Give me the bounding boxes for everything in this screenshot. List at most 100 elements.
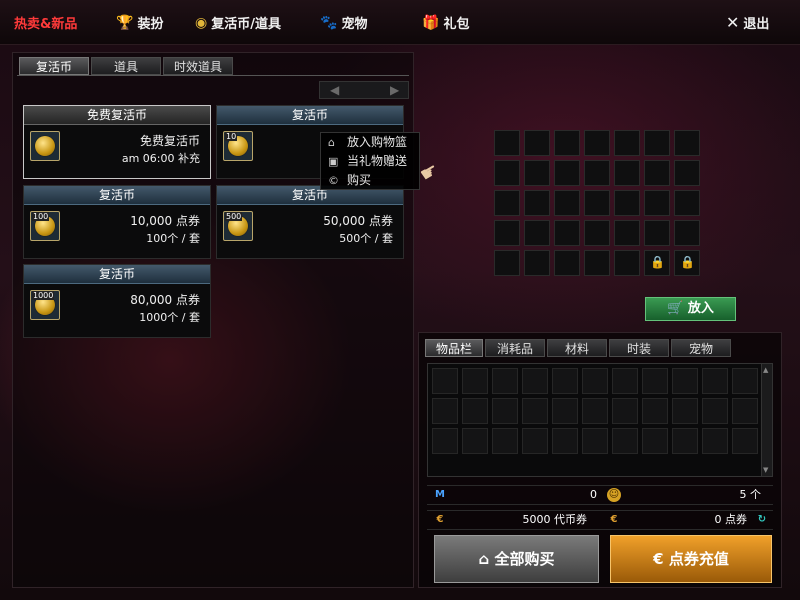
cart-icon: 🛒 xyxy=(667,301,684,316)
inventory-slot[interactable] xyxy=(492,398,518,424)
inventory-slot[interactable] xyxy=(642,368,668,394)
nav-hot-new[interactable]: 热卖&新品 xyxy=(14,13,77,32)
preview-slot[interactable] xyxy=(524,250,550,276)
preview-slot[interactable] xyxy=(494,220,520,246)
preview-slot[interactable] xyxy=(584,130,610,156)
inventory-slot[interactable] xyxy=(552,398,578,424)
preview-slot[interactable] xyxy=(494,160,520,186)
scroll-down-icon[interactable]: ▼ xyxy=(763,466,768,474)
tab-timed-items[interactable]: 时效道具 xyxy=(163,57,233,75)
exit-button[interactable]: ✕ 退出 xyxy=(726,13,769,32)
preview-slot[interactable] xyxy=(584,220,610,246)
preview-slot[interactable] xyxy=(554,160,580,186)
nav-costume[interactable]: 🏆 装扮 xyxy=(116,13,164,33)
inventory-slot[interactable] xyxy=(552,428,578,454)
inventory-slot[interactable] xyxy=(612,428,638,454)
preview-slot[interactable] xyxy=(614,130,640,156)
product-card-revive-1000[interactable]: 复活币 1000 80,000 点券 1000个 / 套 xyxy=(23,264,211,338)
nav-pet[interactable]: 🐾 宠物 xyxy=(320,13,367,33)
scroll-up-icon[interactable]: ▲ xyxy=(763,366,768,374)
inventory-slot[interactable] xyxy=(582,368,608,394)
inventory-slot[interactable] xyxy=(702,428,728,454)
menu-item-buy[interactable]: © 购买 xyxy=(321,171,419,190)
inventory-slot[interactable] xyxy=(672,428,698,454)
inventory-slot[interactable] xyxy=(732,428,758,454)
inventory-slot[interactable] xyxy=(522,398,548,424)
preview-slot[interactable] xyxy=(584,160,610,186)
preview-slot[interactable] xyxy=(614,160,640,186)
refresh-icon[interactable]: ↻ xyxy=(755,513,769,527)
tab-fashion[interactable]: 时装 xyxy=(609,339,669,357)
preview-slot[interactable] xyxy=(674,190,700,216)
preview-slot[interactable] xyxy=(614,250,640,276)
nav-costume-label: 装扮 xyxy=(137,17,164,32)
preview-slot[interactable] xyxy=(674,220,700,246)
tab-items[interactable]: 道具 xyxy=(91,57,161,75)
product-card-free-revive[interactable]: 免费复活币 免费复活币 am 06:00 补充 xyxy=(23,105,211,179)
inventory-slot[interactable] xyxy=(642,428,668,454)
preview-slot[interactable] xyxy=(614,220,640,246)
preview-slot[interactable] xyxy=(554,220,580,246)
preview-slot[interactable] xyxy=(494,130,520,156)
inventory-slot[interactable] xyxy=(432,428,458,454)
preview-slot[interactable] xyxy=(524,220,550,246)
menu-item-send-gift[interactable]: ▣ 当礼物赠送 xyxy=(321,152,419,171)
inventory-slot[interactable] xyxy=(702,368,728,394)
preview-slot[interactable] xyxy=(614,190,640,216)
nav-revive-coin[interactable]: ◉ 复活币/道具 xyxy=(195,13,281,33)
preview-slot[interactable] xyxy=(674,160,700,186)
preview-slot[interactable] xyxy=(524,130,550,156)
preview-slot[interactable] xyxy=(644,220,670,246)
inventory-slot[interactable] xyxy=(672,398,698,424)
tab-materials[interactable]: 材料 xyxy=(547,339,607,357)
tab-pets[interactable]: 宠物 xyxy=(671,339,731,357)
preview-slot[interactable] xyxy=(644,190,670,216)
inventory-slot[interactable] xyxy=(462,368,488,394)
preview-slot[interactable] xyxy=(494,190,520,216)
revive-coin-icon: 500 xyxy=(223,211,253,241)
inventory-slot[interactable] xyxy=(492,428,518,454)
preview-slot[interactable] xyxy=(644,160,670,186)
inventory-scrollbar[interactable]: ▲ ▼ xyxy=(761,364,772,476)
inventory-slot[interactable] xyxy=(702,398,728,424)
preview-slot[interactable] xyxy=(584,250,610,276)
points-icon: € xyxy=(610,514,618,525)
tab-inventory[interactable]: 物品栏 xyxy=(425,339,483,357)
preview-slot[interactable] xyxy=(554,130,580,156)
product-card-revive-100[interactable]: 复活币 100 10,000 点券 100个 / 套 xyxy=(23,185,211,259)
inventory-slot[interactable] xyxy=(522,428,548,454)
inventory-slot[interactable] xyxy=(462,428,488,454)
buy-all-button[interactable]: ⌂ 全部购买 xyxy=(434,535,599,583)
inventory-slot[interactable] xyxy=(522,368,548,394)
preview-slot[interactable] xyxy=(494,250,520,276)
inventory-slot[interactable] xyxy=(552,368,578,394)
preview-slot[interactable] xyxy=(524,190,550,216)
inventory-slot[interactable] xyxy=(462,398,488,424)
product-card-revive-500[interactable]: 复活币 500 50,000 点券 500个 / 套 xyxy=(216,185,404,259)
inventory-slot[interactable] xyxy=(732,398,758,424)
inventory-slot[interactable] xyxy=(582,398,608,424)
inventory-slot[interactable] xyxy=(612,398,638,424)
tab-revive-coin[interactable]: 复活币 xyxy=(19,57,89,75)
menu-item-add-to-cart[interactable]: ⌂ 放入购物篮 xyxy=(321,133,419,152)
preview-slot[interactable] xyxy=(644,130,670,156)
inventory-slot[interactable] xyxy=(492,368,518,394)
preview-slot[interactable] xyxy=(674,130,700,156)
preview-slot[interactable] xyxy=(554,250,580,276)
preview-slot[interactable] xyxy=(524,160,550,186)
recharge-button[interactable]: € 点券充值 xyxy=(610,535,772,583)
preview-slot[interactable] xyxy=(584,190,610,216)
inventory-slot[interactable] xyxy=(582,428,608,454)
prev-page-icon[interactable]: ◀ xyxy=(330,82,339,98)
inventory-slot[interactable] xyxy=(642,398,668,424)
preview-slot[interactable] xyxy=(554,190,580,216)
tab-consumables[interactable]: 消耗品 xyxy=(485,339,545,357)
inventory-slot[interactable] xyxy=(732,368,758,394)
inventory-slot[interactable] xyxy=(432,368,458,394)
inventory-slot[interactable] xyxy=(672,368,698,394)
next-page-icon[interactable]: ▶ xyxy=(390,82,399,98)
inventory-slot[interactable] xyxy=(432,398,458,424)
nav-gift[interactable]: 🎁 礼包 xyxy=(422,13,469,33)
put-in-button[interactable]: 🛒 放入 xyxy=(645,297,736,321)
inventory-slot[interactable] xyxy=(612,368,638,394)
